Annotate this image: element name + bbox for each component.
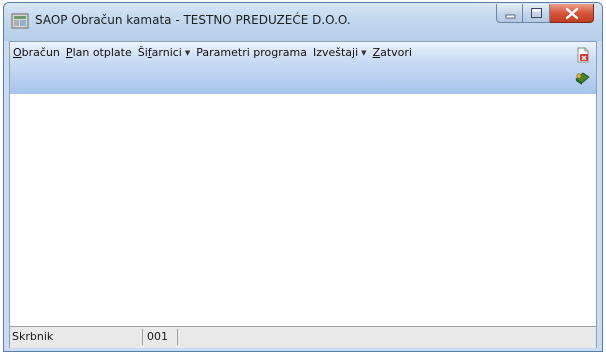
minimize-icon (505, 14, 516, 19)
close-icon (565, 7, 579, 20)
maximize-icon (531, 8, 542, 18)
minimize-button[interactable] (496, 4, 523, 23)
maximize-button[interactable] (523, 4, 550, 23)
status-user: Skrbnik (10, 329, 143, 345)
status-bar: Skrbnik 001 (10, 326, 596, 348)
app-icon (11, 13, 29, 29)
menu-zatvori[interactable]: Zatvori (373, 46, 412, 59)
close-button[interactable] (550, 4, 594, 23)
window-controls (496, 4, 594, 24)
pdf-export-icon[interactable] (575, 47, 591, 63)
menu-parametri-programa[interactable]: Parametri programa (196, 46, 307, 59)
menu-izvestaji[interactable]: Izveštaji ▼ (313, 46, 367, 59)
workspace (10, 94, 596, 326)
key-book-icon[interactable] (574, 70, 590, 86)
title-bar[interactable]: SAOP Obračun kamata - TESTNO PREDUZEĆE D… (4, 3, 602, 41)
menu-obracun[interactable]: Obračun (13, 46, 60, 59)
menu-sifarnici[interactable]: Ši f arnici ▼ (138, 46, 191, 59)
dropdown-arrow-icon: ▼ (184, 48, 191, 57)
status-message (180, 329, 594, 345)
client-area: Obračun Plan otplate Ši f arnici ▼ Parametr… (9, 41, 597, 348)
menu-bar: Obračun Plan otplate Ši f arnici ▼ Parametr… (10, 42, 596, 94)
dropdown-arrow-icon: ▼ (361, 48, 367, 57)
status-code: 001 (145, 329, 178, 345)
main-menu: Obračun Plan otplate Ši f arnici ▼ Parametr… (13, 46, 418, 59)
app-window: SAOP Obračun kamata - TESTNO PREDUZEĆE D… (3, 2, 603, 352)
menu-plan-otplate[interactable]: Plan otplate (66, 46, 132, 59)
window-title: SAOP Obračun kamata - TESTNO PREDUZEĆE D… (35, 13, 351, 27)
